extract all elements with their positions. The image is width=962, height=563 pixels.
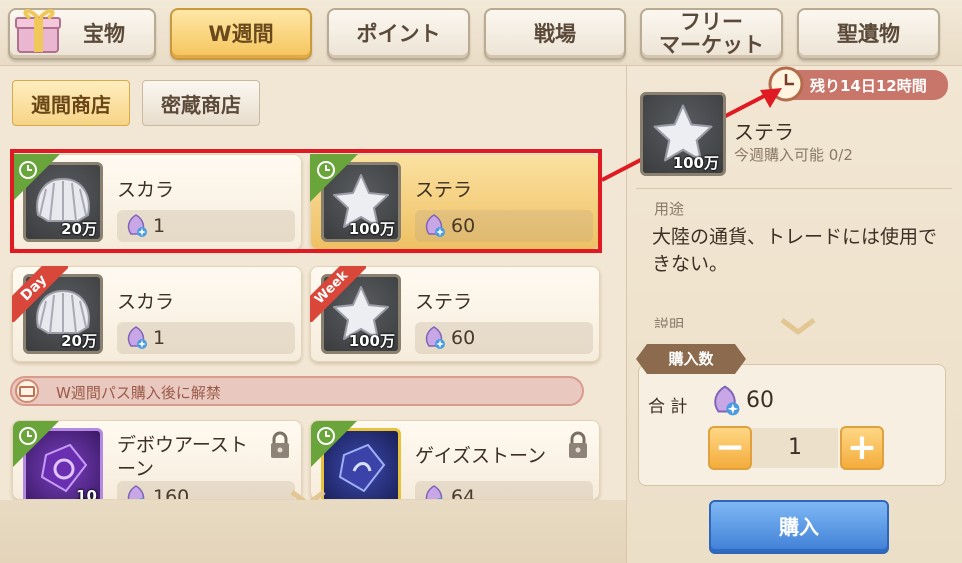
bottom-bar bbox=[0, 500, 626, 563]
tab-weekly-label: W週間 bbox=[208, 21, 274, 46]
decrease-button[interactable]: − bbox=[708, 426, 752, 470]
subtab-weekly-shop-label: 週間商店 bbox=[31, 92, 111, 117]
item-card-gaze-stone[interactable]: ゲイズストーン 64 bbox=[310, 420, 600, 500]
quantity-title-label: 購入数 bbox=[668, 350, 714, 368]
minus-icon: − bbox=[714, 427, 746, 468]
usage-title: 用途 bbox=[654, 200, 685, 218]
gem-currency-icon bbox=[127, 326, 147, 349]
detail-item-name: ステラ bbox=[734, 120, 794, 144]
tab-battlefield-label: 戦場 bbox=[534, 21, 576, 46]
tab-relics[interactable]: 聖遺物 bbox=[797, 8, 940, 60]
item-amount: 10 bbox=[76, 487, 97, 500]
increase-button[interactable]: + bbox=[840, 426, 884, 470]
item-name: デボウアースト ーン bbox=[117, 434, 248, 480]
price-bar: 60 bbox=[415, 322, 593, 354]
tab-points[interactable]: ポイント bbox=[327, 8, 470, 60]
buy-button[interactable]: 購入 bbox=[709, 500, 889, 554]
item-name: スカラ bbox=[117, 291, 175, 313]
quantity-value: 1 bbox=[788, 435, 802, 460]
tab-free-market[interactable]: フリー マーケット bbox=[640, 8, 783, 60]
tab-weekly[interactable]: W週間 bbox=[170, 8, 312, 60]
item-card-stella-week[interactable]: 100万 Week ステラ 60 bbox=[310, 266, 600, 362]
item-price: 60 bbox=[451, 327, 476, 349]
description-title: 説明 bbox=[654, 316, 685, 328]
subtab-secret-shop[interactable]: 密蔵商店 bbox=[142, 80, 260, 126]
divider bbox=[636, 188, 952, 189]
buy-button-label: 購入 bbox=[779, 515, 819, 539]
lock-icon bbox=[569, 431, 587, 458]
subtab-secret-shop-label: 密蔵商店 bbox=[161, 92, 241, 117]
clock-ribbon-icon bbox=[13, 421, 59, 467]
pass-banner: W週間パス購入後に解禁 bbox=[10, 376, 584, 406]
tab-treasure-label: 宝物 bbox=[83, 21, 125, 46]
total-label: 合 計 bbox=[648, 397, 688, 417]
pass-banner-text: W週間パス購入後に解禁 bbox=[56, 384, 221, 402]
gem-currency-icon bbox=[714, 385, 740, 416]
remaining-time-text: 残り14日12時間 bbox=[810, 76, 927, 95]
item-price: 64 bbox=[451, 486, 476, 500]
detail-item-amount: 100万 bbox=[672, 154, 719, 172]
quantity-title: 購入数 bbox=[636, 344, 746, 374]
purchase-limit: 今週購入可能 0/2 bbox=[734, 146, 853, 164]
item-name: ステラ bbox=[415, 291, 473, 313]
gem-currency-icon bbox=[425, 326, 445, 349]
item-card-devour-stone[interactable]: 10 デボウアースト ーン 160 bbox=[12, 420, 302, 500]
expand-chevron-icon[interactable] bbox=[780, 318, 816, 336]
price-bar: 64 bbox=[415, 481, 593, 500]
item-name: ゲイズストーン bbox=[415, 445, 547, 467]
item-amount: 20万 bbox=[61, 332, 97, 350]
gem-currency-icon bbox=[425, 485, 443, 499]
usage-text: 大陸の通貨、トレードには使用できない。 bbox=[652, 226, 938, 275]
tab-points-label: ポイント bbox=[356, 21, 441, 46]
day-ribbon: Day bbox=[12, 266, 68, 322]
item-card-scara-daily[interactable]: 20万 Day スカラ 1 bbox=[12, 266, 302, 362]
ticket-icon bbox=[15, 379, 39, 403]
ribbon-label: Day bbox=[12, 266, 68, 322]
total-value: 60 bbox=[746, 388, 774, 413]
week-ribbon: Week bbox=[310, 266, 366, 322]
item-amount: 100万 bbox=[348, 332, 395, 350]
subtab-weekly-shop[interactable]: 週間商店 bbox=[12, 80, 130, 126]
highlight-box bbox=[10, 149, 602, 253]
detail-item-icon: 100万 bbox=[640, 92, 726, 176]
clock-ribbon-icon bbox=[311, 421, 357, 467]
gift-icon bbox=[15, 9, 61, 53]
item-price: 160 bbox=[153, 486, 190, 500]
tab-free-market-label: フリー マーケット bbox=[659, 10, 764, 57]
tab-relics-label: 聖遺物 bbox=[837, 21, 900, 46]
price-bar: 1 bbox=[117, 322, 295, 354]
price-bar: 160 bbox=[117, 481, 295, 500]
plus-icon: + bbox=[846, 427, 878, 468]
gem-currency-icon bbox=[127, 485, 145, 499]
lock-icon bbox=[271, 431, 289, 458]
tab-battlefield[interactable]: 戦場 bbox=[484, 8, 626, 60]
ribbon-label: Week bbox=[310, 266, 366, 322]
quantity-input[interactable]: 1 bbox=[752, 428, 838, 468]
item-price: 1 bbox=[153, 327, 166, 349]
